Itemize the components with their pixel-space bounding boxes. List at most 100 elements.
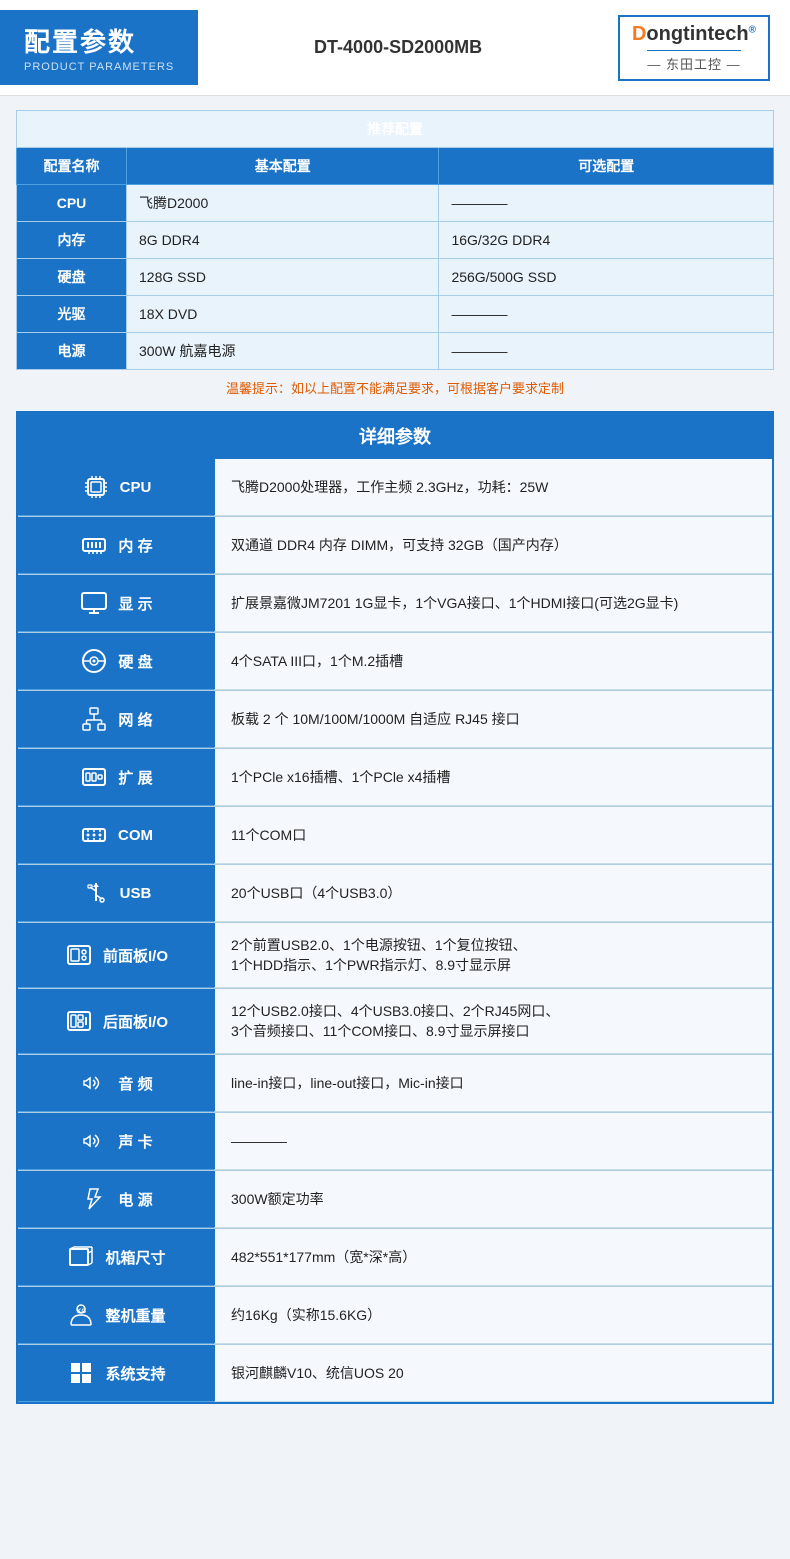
detail-label-cell: USB (18, 865, 213, 922)
detail-row: 后面板I/O 12个USB2.0接口、4个USB3.0接口、2个RJ45网口、3… (18, 989, 772, 1055)
detail-value-cell: 20个USB口（4个USB3.0） (213, 865, 772, 922)
detail-row: 声 卡 ———— (18, 1113, 772, 1171)
recommended-section: 推荐配置 配置名称 基本配置 可选配置 CPU 飞腾D2000 ———— 内存 … (16, 110, 774, 397)
detail-value-line: 3个音频接口、11个COM接口、8.9寸显示屏接口 (231, 1021, 529, 1041)
detail-label: USB (120, 885, 152, 902)
detail-row: 系统支持 银河麒麟V10、统信UOS 20 (18, 1345, 772, 1402)
rec-row: 电源 300W 航嘉电源 ———— (17, 333, 774, 370)
detail-value-cell: 银河麒麟V10、统信UOS 20 (213, 1345, 772, 1402)
detail-label-cell: 电 源 (18, 1171, 213, 1228)
detail-label-cell: 音 频 (18, 1055, 213, 1112)
detail-row: 机箱尺寸 482*551*177mm（宽*深*高） (18, 1229, 772, 1287)
col-header-optional: 可选配置 (439, 148, 774, 185)
detail-label: 显 示 (118, 593, 152, 614)
rec-label: 内存 (17, 222, 127, 259)
rec-optional: 16G/32G DDR4 (439, 222, 774, 259)
detail-label-cell: 前面板I/O (18, 923, 213, 988)
detail-section: 详细参数 CPU 飞腾D2000处理器，工作主频 2.3GHz，功耗：25W (16, 411, 774, 1404)
rec-optional: ———— (439, 185, 774, 222)
detail-label-cell: 网 络 (18, 691, 213, 748)
weight-icon: KG (65, 1299, 97, 1331)
detail-value-cell: 12个USB2.0接口、4个USB3.0接口、2个RJ45网口、3个音频接口、1… (213, 989, 772, 1054)
detail-label: 硬 盘 (118, 651, 152, 672)
rec-basic: 128G SSD (127, 259, 439, 296)
detail-rows: CPU 飞腾D2000处理器，工作主频 2.3GHz，功耗：25W 内 存 双通… (18, 459, 772, 1402)
detail-label: 扩 展 (118, 767, 152, 788)
detail-value-line: 2个前置USB2.0、1个电源按钮、1个复位按钮、 (231, 935, 527, 955)
detail-row: 内 存 双通道 DDR4 内存 DIMM，可支持 32GB（国产内存） (18, 517, 772, 575)
page-header: 配置参数 PRODUCT PARAMETERS DT-4000-SD2000MB… (0, 0, 790, 96)
logo-chinese: — 东田工控 — (647, 50, 740, 73)
detail-label: 电 源 (118, 1189, 152, 1210)
model-number: DT-4000-SD2000MB (314, 37, 482, 58)
rec-label: CPU (17, 185, 127, 222)
logo-d: D (632, 23, 646, 45)
detail-label-cell: 内 存 (18, 517, 213, 574)
rec-row: 硬盘 128G SSD 256G/500G SSD (17, 259, 774, 296)
detail-label-cell: 系统支持 (18, 1345, 213, 1402)
rec-label: 硬盘 (17, 259, 127, 296)
page-subtitle: PRODUCT PARAMETERS (24, 61, 174, 73)
detail-value-cell: 482*551*177mm（宽*深*高） (213, 1229, 772, 1286)
title-box: 配置参数 PRODUCT PARAMETERS (0, 10, 198, 85)
network-icon (78, 703, 110, 735)
rearpanel-icon (63, 1005, 95, 1037)
os-icon (65, 1357, 97, 1389)
detail-label-cell: CPU (18, 459, 213, 516)
detail-row: 前面板I/O 2个前置USB2.0、1个电源按钮、1个复位按钮、1个HDD指示、… (18, 923, 772, 989)
detail-container: 详细参数 CPU 飞腾D2000处理器，工作主频 2.3GHz，功耗：25W (16, 411, 774, 1404)
detail-row: COM 11个COM口 (18, 807, 772, 865)
page-title: 配置参数 (24, 22, 174, 59)
svg-text:KG: KG (77, 1309, 86, 1315)
detail-row: 硬 盘 4个SATA III口，1个M.2插槽 (18, 633, 772, 691)
detail-value-cell: 1个PCle x16插槽、1个PCle x4插槽 (213, 749, 772, 806)
rec-optional: ———— (439, 333, 774, 370)
detail-value-cell: 11个COM口 (213, 807, 772, 864)
detail-label-cell: 后面板I/O (18, 989, 213, 1054)
detail-label: 内 存 (118, 535, 152, 556)
rec-label: 光驱 (17, 296, 127, 333)
detail-value-cell: 约16Kg（实称15.6KG） (213, 1287, 772, 1344)
rec-basic: 飞腾D2000 (127, 185, 439, 222)
detail-label: 后面板I/O (103, 1011, 168, 1032)
detail-label-cell: 硬 盘 (18, 633, 213, 690)
power-icon (78, 1183, 110, 1215)
detail-label: CPU (120, 479, 152, 496)
detail-value-line: 12个USB2.0接口、4个USB3.0接口、2个RJ45网口、 (231, 1001, 559, 1021)
detail-label: 声 卡 (118, 1131, 152, 1152)
rec-optional: 256G/500G SSD (439, 259, 774, 296)
detail-row: 网 络 板载 2 个 10M/100M/1000M 自适应 RJ45 接口 (18, 691, 772, 749)
rec-row: CPU 飞腾D2000 ———— (17, 185, 774, 222)
usb-icon (80, 877, 112, 909)
detail-label: 前面板I/O (103, 945, 168, 966)
warm-tip: 温馨提示：如以上配置不能满足要求，可根据客户要求定制 (16, 378, 774, 397)
detail-row: 扩 展 1个PCle x16插槽、1个PCle x4插槽 (18, 749, 772, 807)
rec-basic: 8G DDR4 (127, 222, 439, 259)
com-icon (78, 819, 110, 851)
detail-row: KG 整机重量 约16Kg（实称15.6KG） (18, 1287, 772, 1345)
detail-row: USB 20个USB口（4个USB3.0） (18, 865, 772, 923)
col-header-name: 配置名称 (17, 148, 127, 185)
detail-row: 电 源 300W额定功率 (18, 1171, 772, 1229)
audio-icon (78, 1067, 110, 1099)
cpu-icon (80, 471, 112, 503)
rec-label: 电源 (17, 333, 127, 370)
detail-label-cell: 显 示 (18, 575, 213, 632)
harddisk-icon (78, 645, 110, 677)
detail-value-cell: 300W额定功率 (213, 1171, 772, 1228)
rec-row: 内存 8G DDR4 16G/32G DDR4 (17, 222, 774, 259)
detail-value-cell: 板载 2 个 10M/100M/1000M 自适应 RJ45 接口 (213, 691, 772, 748)
recommended-title: 推荐配置 (17, 111, 774, 148)
detail-label-cell: 扩 展 (18, 749, 213, 806)
detail-label-cell: COM (18, 807, 213, 864)
rec-basic: 300W 航嘉电源 (127, 333, 439, 370)
rec-optional: ———— (439, 296, 774, 333)
soundcard-icon (78, 1125, 110, 1157)
memory-icon (78, 529, 110, 561)
frontpanel-icon (63, 939, 95, 971)
col-header-basic: 基本配置 (127, 148, 439, 185)
detail-value-cell: ———— (213, 1113, 772, 1170)
detail-row: 音 频 line-in接口，line-out接口，Mic-in接口 (18, 1055, 772, 1113)
detail-title: 详细参数 (18, 413, 772, 459)
detail-label-cell: KG 整机重量 (18, 1287, 213, 1344)
